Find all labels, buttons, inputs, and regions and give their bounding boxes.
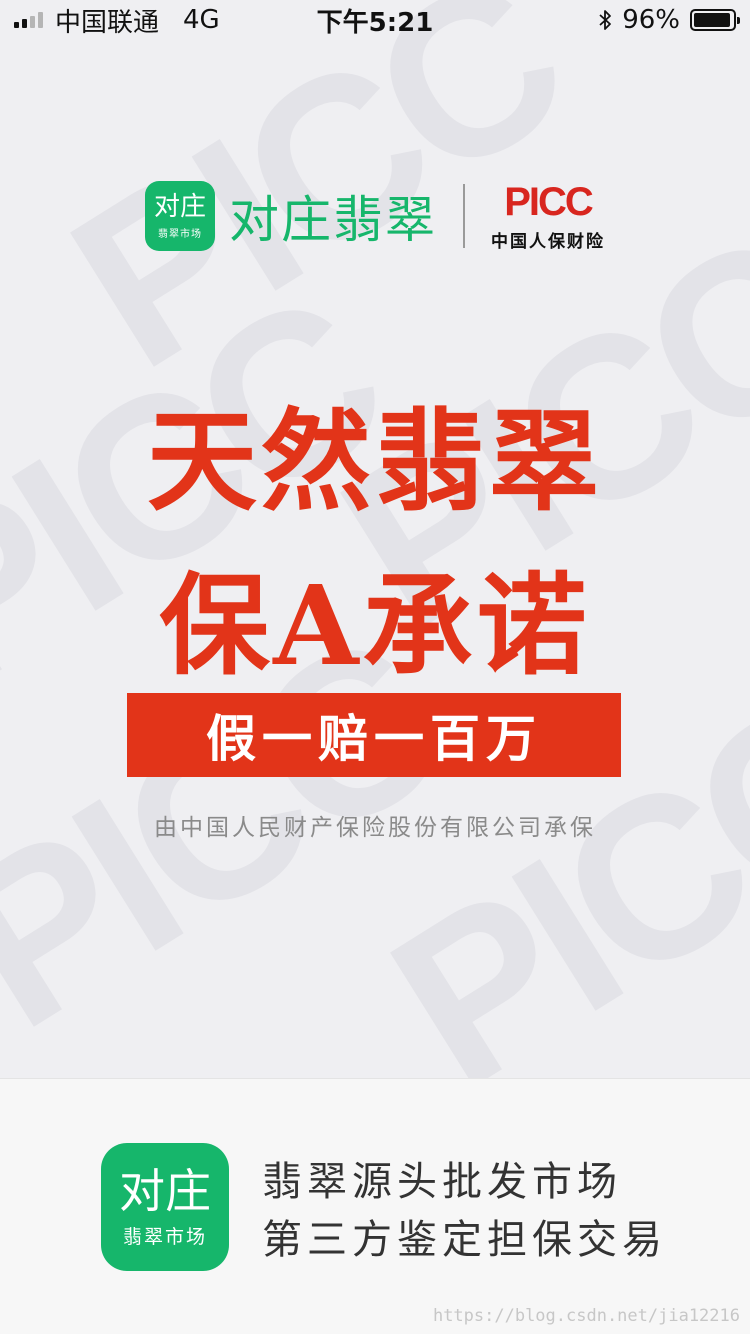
app-logo: 对庄 翡翠市场 (145, 181, 215, 251)
logo-row: 对庄 翡翠市场 对庄翡翠 PICC 中国人保财险 (0, 180, 750, 252)
partner-name: 中国人保财险 (491, 231, 605, 252)
footer-tagline-1: 翡翠源头批发市场 (262, 1159, 622, 1205)
bluetooth-icon (599, 10, 612, 30)
footer-tagline-2: 第三方鉴定担保交易 (262, 1217, 667, 1263)
brand-name: 对庄翡翠 (229, 191, 437, 249)
footer-app-logo: 对庄 翡翠市场 (101, 1143, 229, 1271)
carrier-name: 中国联通 (55, 7, 160, 38)
headline-line-1: 天然翡翠 (147, 397, 603, 526)
footer-logo-text: 对庄 (119, 1163, 211, 1218)
picc-logo: PICC (504, 179, 594, 224)
footer-logo-subtext: 翡翠市场 (122, 1225, 207, 1248)
launch-footer: 对庄 翡翠市场 翡翠源头批发市场 第三方鉴定担保交易 https://blog.… (0, 1078, 750, 1334)
underwriter-text: 由中国人民财产保险股份有限公司承保 (154, 815, 596, 841)
signal-strength-icon (14, 12, 43, 28)
promise-banner: 假一赔一百万 (127, 693, 621, 777)
status-time: 下午5:21 (316, 7, 434, 38)
network-type: 4G (183, 5, 220, 35)
headline-line-2: 保A承诺 (159, 561, 591, 690)
footer-tagline: 翡翠源头批发市场 第三方鉴定担保交易 (262, 1153, 667, 1269)
battery-icon (690, 9, 740, 31)
partner-logo: PICC 中国人保财险 (491, 181, 605, 252)
logo-divider (463, 184, 465, 248)
battery-percent: 96% (622, 5, 680, 35)
source-watermark: https://blog.csdn.net/jia12216 (432, 1306, 740, 1326)
app-logo-text: 对庄 (153, 191, 206, 222)
app-logo-subtext: 翡翠市场 (158, 228, 202, 240)
status-bar: 中国联通 4G 下午5:21 96% (0, 0, 750, 40)
